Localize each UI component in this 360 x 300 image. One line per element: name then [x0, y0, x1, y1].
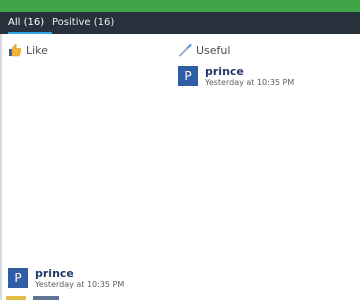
panel-left-border: [0, 34, 2, 300]
tab-bar: All (16) Positive (16): [0, 12, 360, 34]
like-user-entry[interactable]: P prince Yesterday at 10:35 PM: [8, 267, 168, 294]
tab-positive[interactable]: Positive (16): [52, 12, 114, 34]
header-accent-bar: [0, 0, 360, 12]
tab-all-label: All (16): [8, 17, 45, 28]
like-column-label: Like: [26, 43, 48, 57]
avatar[interactable]: P: [8, 268, 28, 288]
wand-icon: [178, 43, 192, 57]
useful-user-entry[interactable]: P prince Yesterday at 10:35 PM: [178, 65, 338, 92]
like-column-header: Like: [8, 42, 48, 58]
thumbs-up-icon: [8, 43, 22, 57]
username-partial: [33, 296, 59, 300]
username-link[interactable]: prince: [35, 267, 74, 280]
useful-column-label: Useful: [196, 43, 231, 57]
tab-all[interactable]: All (16): [8, 12, 52, 34]
reaction-timestamp: Yesterday at 10:35 PM: [35, 280, 125, 289]
active-tab-indicator: [8, 32, 52, 34]
list-item-partial: [6, 296, 66, 300]
username-link[interactable]: prince: [205, 65, 244, 78]
avatar[interactable]: P: [178, 66, 198, 86]
tab-positive-label: Positive (16): [52, 17, 115, 28]
useful-column-header: Useful: [178, 42, 230, 58]
avatar-partial: [6, 296, 26, 300]
reactions-panel: All (16) Positive (16) Like Useful P pri…: [0, 0, 360, 300]
reaction-timestamp: Yesterday at 10:35 PM: [205, 78, 295, 87]
